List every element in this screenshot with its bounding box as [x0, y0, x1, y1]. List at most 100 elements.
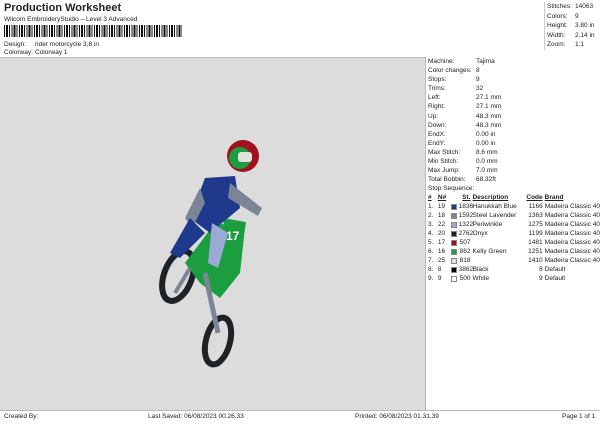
stop-index: 7.: [428, 257, 434, 265]
thread-description: White: [472, 275, 490, 283]
stat-value: 14063: [575, 3, 594, 10]
stop-row: 6. 16 862 Kelly Green 1251 Madeira Classic 40: [428, 247, 600, 256]
stat-value: 3.80 in: [575, 22, 595, 29]
thread-code: 8: [539, 266, 543, 274]
swatch-cell: [450, 202, 459, 211]
info-value: 8: [476, 67, 480, 75]
colorway-row: Colorway: Colorway 1: [4, 49, 68, 56]
info-row: Stops: 9: [426, 75, 600, 84]
thread-code: 1199: [528, 230, 543, 238]
design-label: Design:: [4, 41, 27, 48]
last-saved: Last Saved: 06/08/2023 00.26.33: [148, 413, 244, 420]
stop-index: 4.: [428, 230, 434, 238]
thread-brand: Madeira Classic 40: [544, 221, 600, 229]
stop-index: 5.: [428, 239, 434, 247]
info-row: Color changes: 8: [426, 66, 600, 75]
thread-description: Periwinkle: [472, 221, 503, 229]
info-panel: Machine: Tajima Color changes: 8 Stops: 9 Trim…: [425, 57, 600, 410]
thread-brand: Madeira Classic 40: [544, 212, 600, 220]
color-swatch: [450, 257, 457, 264]
thread-code: 1275: [528, 221, 543, 229]
stat-value: 2.14 in: [575, 31, 595, 39]
stop-row: 9. 9 500 White 9 Default: [428, 274, 600, 283]
thread-description: [472, 238, 524, 247]
thread-description: Kelly Green: [472, 248, 507, 256]
design-value: rider motorcycle 3,8 in: [35, 41, 99, 48]
needle-number: 16: [437, 248, 446, 256]
stitch-count: 507: [459, 239, 471, 247]
swatch-cell: [450, 256, 459, 265]
stat-value: 1:1: [575, 41, 585, 48]
info-label: Machine:: [428, 58, 455, 65]
color-swatch: [450, 239, 457, 246]
info-label: Color changes:: [428, 67, 472, 75]
colorway-value: Colorway 1: [35, 49, 68, 56]
needle-number: 9: [437, 275, 442, 283]
color-swatch: [450, 275, 457, 282]
stitch-count: 1836: [458, 203, 474, 211]
stitch-count: 862: [459, 248, 471, 256]
stop-index: 3.: [428, 221, 434, 229]
info-value: 68.32ft: [476, 176, 496, 184]
col-brand: Brand: [544, 194, 564, 202]
col-st: St.: [462, 194, 471, 202]
stop-index: 1.: [428, 203, 434, 211]
stop-index: 9.: [428, 275, 434, 283]
stop-row: 1. 19 1836 Hanukkah Blue 1166 Madeira Classic…: [428, 202, 600, 211]
info-value: 48.3 mm: [476, 121, 502, 129]
color-swatch: [450, 212, 457, 219]
info-label: Stops:: [428, 76, 447, 84]
stitch-count: 1322: [458, 221, 474, 229]
col-n: N#: [437, 194, 447, 202]
page-title: Production Worksheet: [4, 2, 122, 14]
stop-index: 8.: [428, 266, 434, 274]
stat-row: Width: 2.14 in: [545, 31, 600, 41]
info-label: Min Stitch:: [428, 158, 459, 166]
info-label: Left:: [428, 94, 441, 102]
needle-number: 20: [437, 230, 446, 238]
stat-label: Width:: [547, 31, 566, 39]
col-num: #: [428, 194, 432, 202]
needle-number: 25: [437, 257, 446, 265]
software-name: Wilcom EmbroideryStudio – Level 3 Advanc…: [4, 16, 138, 23]
info-row: Trims: 32: [426, 84, 600, 93]
thread-code: 1410: [528, 257, 543, 265]
thread-code: 1363: [528, 212, 543, 220]
needle-number: 19: [437, 203, 446, 211]
info-value: 0.00 in: [476, 139, 496, 147]
info-value: 0.00 in: [476, 130, 496, 138]
thread-description: Steel Lavender: [472, 212, 517, 220]
thread-brand: Default: [544, 275, 566, 283]
stop-row: 7. 25 818 1410 Madeira Classic 40: [428, 256, 600, 265]
thread-code: 1166: [528, 203, 543, 211]
thread-brand: Madeira Classic 40: [544, 248, 600, 256]
info-value: 27.1 mm: [476, 94, 502, 102]
swatch-cell: [450, 274, 459, 283]
swatch-cell: [450, 247, 459, 256]
thread-code: 9: [539, 275, 543, 283]
info-row: Max Stitch: 8.6 mm: [426, 148, 600, 157]
svg-text:17: 17: [226, 229, 240, 243]
info-value: 48.3 mm: [476, 112, 502, 120]
info-row: Max Jump: 7.0 mm: [426, 166, 600, 175]
swatch-cell: [450, 229, 459, 238]
info-row: EndY: 0.00 in: [426, 139, 600, 148]
info-value: 7.0 mm: [476, 167, 498, 175]
swatch-cell: [450, 220, 459, 229]
swatch-cell: [450, 211, 459, 220]
color-swatch: [450, 230, 457, 237]
thread-code: 1481: [528, 239, 543, 247]
info-value: 32: [476, 85, 484, 93]
color-swatch: [450, 203, 457, 210]
needle-number: 8: [437, 266, 442, 274]
info-label: Right:: [428, 103, 445, 111]
stop-row: 3. 22 1322 Periwinkle 1275 Madeira Classic 40: [428, 220, 600, 229]
thread-description: Onyx: [472, 230, 488, 238]
info-label: Total Bobbin:: [428, 176, 466, 184]
stat-row: Stitches: 14063: [545, 2, 600, 12]
needle-number: 22: [437, 221, 446, 229]
stop-row: 4. 20 2762 Onyx 1199 Madeira Classic 40: [428, 229, 600, 238]
barcode: [4, 25, 182, 37]
thread-brand: Default: [544, 266, 566, 274]
stitch-count: 818: [459, 257, 471, 265]
